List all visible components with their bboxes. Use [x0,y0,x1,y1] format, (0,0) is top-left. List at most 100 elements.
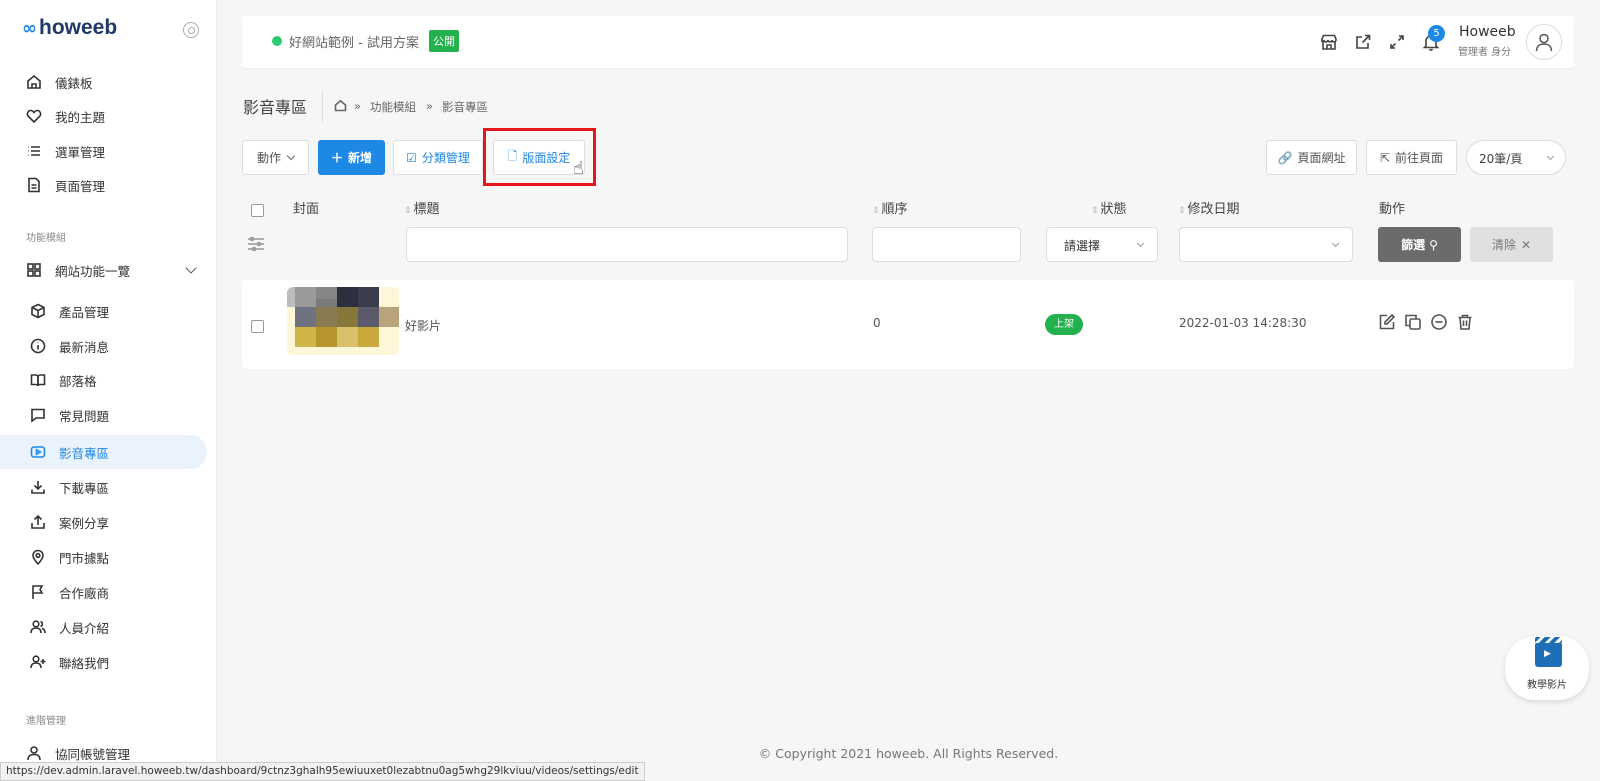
user-name: Howeeb [1459,24,1516,40]
filter-button[interactable]: 篩選 ⚲ [1378,227,1461,262]
tutorial-video-widget[interactable]: 教學影片 [1505,636,1589,700]
sort-icon: ⇕ [872,206,880,216]
user-plus-icon [30,654,46,670]
tutorial-video-label: 教學影片 [1527,680,1567,691]
goto-page-button[interactable]: ⇱ 前往頁面 [1366,140,1457,175]
clapperboard-icon [1535,637,1562,667]
date-filter-select[interactable] [1179,227,1353,262]
column-header-cover: 封面 [293,202,320,217]
flag-icon [30,584,46,600]
select-all-checkbox[interactable] [251,204,264,217]
breadcrumb-separator: » [426,99,434,113]
sidebar-item-label: 最新消息 [59,339,110,355]
title-filter-input[interactable] [406,227,848,262]
column-header-order[interactable]: ⇕ 順序 [872,198,908,217]
sort-icon: ⇕ [404,206,412,216]
clear-button[interactable]: 清除 ✕ [1470,227,1553,262]
sidebar-item-downloads[interactable]: 下載專區 [0,470,207,504]
sidebar-section-modules: 功能模組 [26,233,66,244]
column-header-modified[interactable]: ⇕ 修改日期 [1178,198,1240,217]
order-filter-input[interactable] [872,227,1021,262]
message-icon [30,407,46,423]
status-filter-select[interactable]: 請選擇 [1046,227,1158,262]
row-modified-date: 2022-01-03 14:28:30 [1179,316,1307,330]
breadcrumb-item-modules[interactable]: 功能模組 [370,99,416,115]
avatar[interactable] [1526,24,1562,60]
sidebar-item-stores[interactable]: 門市據點 [0,540,207,574]
sidebar-item-pages[interactable]: 頁面管理 [0,168,207,202]
row-checkbox[interactable] [251,320,264,333]
bulk-action-dropdown[interactable]: 動作 [242,140,309,175]
sidebar-item-faq[interactable]: 常見問題 [0,398,207,432]
expand-icon[interactable] [1388,33,1406,51]
heart-icon [26,108,42,124]
edit-icon[interactable] [1378,313,1396,331]
sidebar-item-menus[interactable]: 選單管理 [0,134,207,168]
sidebar-item-label: 人員介紹 [59,620,110,636]
sidebar-item-label: 影音專區 [59,445,110,461]
box-icon [30,303,46,319]
category-management-label: 分類管理 [421,151,470,165]
brand-logo[interactable]: ∞ howeeb [22,16,117,40]
users-icon [30,619,46,635]
sidebar-item-products[interactable]: 產品管理 [0,294,207,328]
link-icon: 🔗 [1277,150,1293,165]
sidebar-item-label: 選單管理 [55,144,106,160]
sidebar-item-label: 我的主題 [55,109,106,125]
sidebar-item-contact[interactable]: 聯絡我們 [0,645,207,679]
store-icon[interactable] [1320,33,1338,51]
sidebar-item-themes[interactable]: 我的主題 [0,99,207,133]
chevron-down-icon [1136,239,1145,248]
external-link-icon[interactable] [1354,33,1372,51]
table-row [242,280,1574,369]
status-badge[interactable]: 上架 [1045,314,1083,335]
sidebar-item-videos[interactable]: 影音專區 [0,435,207,469]
filter-sliders-icon[interactable] [247,235,265,253]
page-url-label: 頁面網址 [1297,151,1346,165]
copyright-footer: © Copyright 2021 howeeb. All Rights Rese… [758,746,1059,761]
notification-count-badge: 5 [1428,25,1445,42]
sidebar-toggle-icon[interactable] [183,22,199,38]
brand-name: howeeb [39,16,118,39]
sidebar-item-team[interactable]: 人員介紹 [0,610,207,644]
status-filter-placeholder: 請選擇 [1064,239,1101,253]
link-status-bar: https://dev.admin.laravel.howeeb.tw/dash… [0,762,645,781]
chevron-down-icon [1331,239,1340,248]
minus-circle-icon[interactable] [1430,313,1448,331]
sidebar-item-blog[interactable]: 部落格 [0,363,207,397]
sidebar-item-label: 案例分享 [59,515,110,531]
trash-icon[interactable] [1456,313,1474,331]
checkbox-edit-icon: ☑ [406,150,417,165]
site-name[interactable]: 好網站範例 - 試用方案 [289,32,419,51]
sidebar-item-news[interactable]: 最新消息 [0,329,207,363]
sidebar-item-label: 聯絡我們 [59,655,110,671]
info-icon [30,338,46,354]
column-header-status[interactable]: ⇕ 狀態 [1091,198,1127,217]
sidebar-group-label: 網站功能一覽 [55,263,131,279]
category-management-button[interactable]: ☑ 分類管理 [393,140,483,175]
breadcrumb-separator: » [354,99,362,113]
sidebar-item-label: 部落格 [59,373,97,389]
add-button-label: 新增 [348,151,373,165]
close-icon: ✕ [1520,237,1532,252]
row-title[interactable]: 好影片 [405,317,441,334]
sidebar-group-site-features[interactable]: 網站功能一覽 [0,253,207,287]
add-button[interactable]: ＋ 新增 [318,140,385,175]
sort-icon: ⇕ [1178,206,1186,216]
sidebar-item-label: 門市據點 [59,550,110,566]
sidebar-item-dashboard[interactable]: 儀錶板 [0,65,207,99]
column-header-actions: 動作 [1379,202,1406,217]
column-header-title[interactable]: ⇕ 標題 [404,198,440,217]
sidebar-item-partners[interactable]: 合作廠商 [0,575,207,609]
breadcrumb-home-icon[interactable] [334,99,347,112]
sidebar: ∞ howeeb 儀錶板 我的主題 選單管理 頁面管理 功能模組 網站功能一覽 … [0,0,217,781]
row-cover-image[interactable] [287,287,399,355]
copy-icon[interactable] [1404,313,1422,331]
plus-icon: ＋ [330,151,343,165]
sidebar-item-cases[interactable]: 案例分享 [0,505,207,539]
list-icon [26,143,42,159]
page-url-button[interactable]: 🔗 頁面網址 [1266,140,1357,175]
share-icon [30,514,46,530]
per-page-select[interactable]: 20筆/頁 [1466,140,1566,175]
chevron-down-icon [1546,152,1555,161]
